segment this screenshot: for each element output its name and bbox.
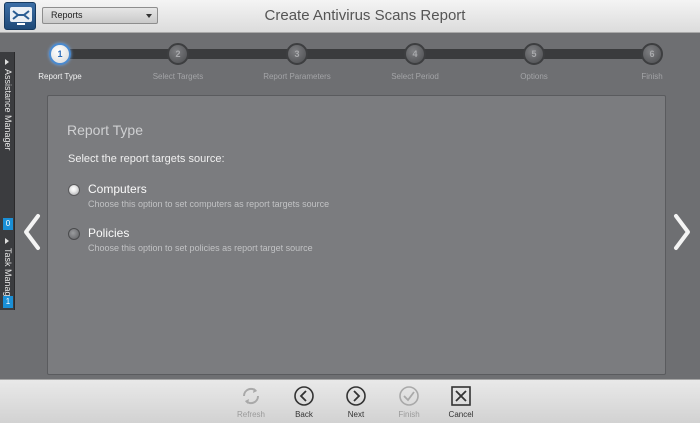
wizard-step-4[interactable]: 4 <box>404 43 426 65</box>
refresh-label: Refresh <box>236 410 265 419</box>
finish-button[interactable]: Finish <box>389 385 429 423</box>
header-bar: Reports Create Antivirus Scans Report <box>0 0 700 33</box>
chevron-right-icon[interactable] <box>672 212 692 252</box>
back-label: Back <box>295 410 313 419</box>
module-select[interactable]: Reports <box>42 7 158 24</box>
wizard-step-label-report-parameters: Report Parameters <box>263 72 331 81</box>
wizard-step-label-select-period: Select Period <box>391 72 439 81</box>
wizard-step-label-finish: Finish <box>641 72 663 81</box>
wizard-step-label-select-targets: Select Targets <box>152 72 204 81</box>
next-label: Next <box>347 410 365 419</box>
wizard-step-2[interactable]: 2 <box>167 43 189 65</box>
module-select-value: Reports <box>51 10 83 20</box>
wizard-step-3[interactable]: 3 <box>286 43 308 65</box>
refresh-button[interactable]: Refresh <box>231 385 271 423</box>
wizard-step-label-options: Options <box>520 72 548 81</box>
cancel-x-icon <box>451 386 471 406</box>
wizard-step-5[interactable]: 5 <box>523 43 545 65</box>
back-button[interactable]: Back <box>284 385 324 423</box>
next-button[interactable]: Next <box>336 385 376 423</box>
refresh-icon <box>242 387 260 405</box>
task-count-badge: 1 <box>3 296 13 308</box>
assistance-count-badge: 0 <box>3 218 13 230</box>
radio-policies[interactable] <box>68 228 80 240</box>
finish-label: Finish <box>398 410 420 419</box>
expand-arrow-icon[interactable] <box>5 59 9 65</box>
option-policies-label[interactable]: Policies <box>88 226 129 240</box>
wizard-step-label-report-type: Report Type <box>38 72 82 81</box>
cancel-button[interactable]: Cancel <box>441 385 481 423</box>
back-icon <box>294 386 314 406</box>
chevron-left-icon[interactable] <box>22 212 42 252</box>
chevron-down-icon <box>146 14 152 18</box>
expand-arrow-icon[interactable] <box>5 238 9 244</box>
panel-title: Report Type <box>67 122 144 138</box>
wizard-step-6[interactable]: 6 <box>641 43 663 65</box>
wizard-step-1[interactable]: 1 <box>49 43 71 65</box>
finish-check-icon <box>399 386 419 406</box>
wizard-steps: 1 Report Type 2 Select Targets 3 Report … <box>20 40 690 85</box>
cancel-label: Cancel <box>448 410 474 419</box>
page-title: Create Antivirus Scans Report <box>264 7 466 24</box>
option-computers-description: Choose this option to set computers as r… <box>88 199 330 209</box>
panel-prompt: Select the report targets source: <box>68 153 225 165</box>
option-computers-label[interactable]: Computers <box>88 182 147 196</box>
app-logo-icon[interactable] <box>4 2 36 30</box>
side-tab-assistance-manager[interactable]: Assistance Manager <box>1 69 14 211</box>
option-policies-description: Choose this option to set policies as re… <box>88 243 313 253</box>
next-icon <box>346 386 366 406</box>
radio-computers[interactable] <box>68 184 80 196</box>
wizard-track <box>60 49 652 59</box>
side-tab-strip: Assistance Manager 0 Task Manager 1 <box>0 52 15 310</box>
report-type-panel: Report Type Select the report targets so… <box>47 95 666 375</box>
bottom-toolbar: Refresh Back Next Finish Cancel <box>0 379 700 423</box>
